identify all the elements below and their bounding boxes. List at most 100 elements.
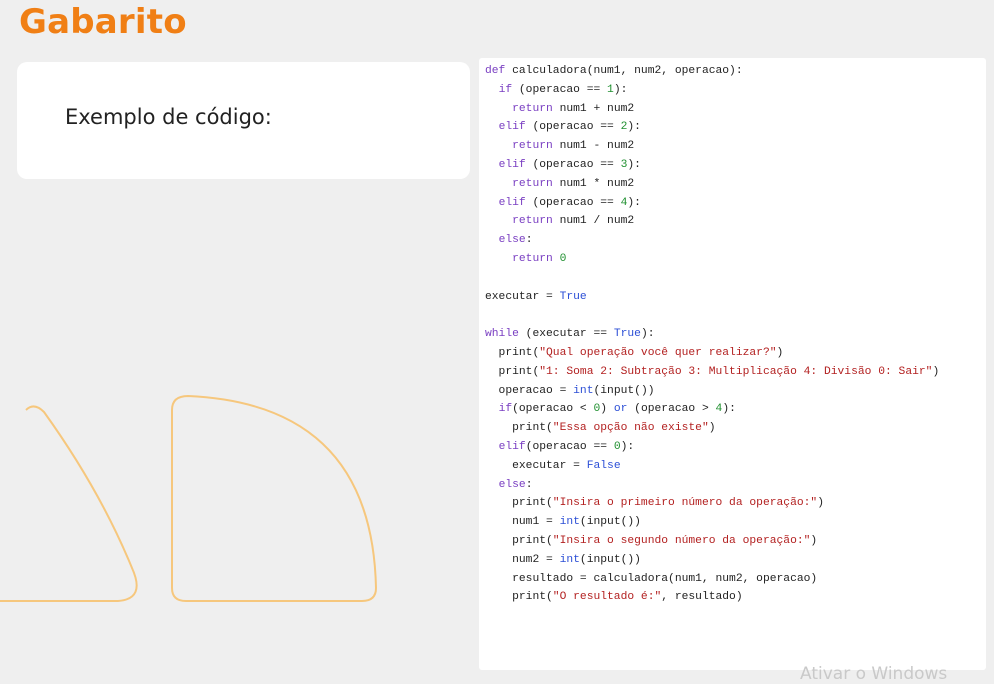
code-token: (input()) — [579, 553, 641, 566]
code-token: print( — [485, 497, 553, 510]
code-line: num1 = int(input()) — [485, 513, 939, 532]
code-token: calculadora(num1, num2, operacao): — [505, 65, 743, 77]
code-token: ): — [627, 158, 641, 171]
code-token: (operacao == — [512, 83, 608, 96]
code-token: num2 = — [485, 553, 560, 566]
code-token: ) — [708, 422, 716, 435]
code-token: resultado = calculadora(num1, num2, oper… — [485, 572, 818, 585]
quarter-circle-shape — [171, 395, 377, 602]
code-token: ) — [776, 346, 784, 359]
code-token: or — [613, 403, 628, 416]
code-token: ): — [613, 83, 628, 96]
code-token: print( — [485, 365, 540, 378]
code-token: return — [512, 177, 553, 190]
code-token: int — [559, 516, 580, 529]
code-line: elif (operacao == 3): — [485, 156, 939, 175]
code-token: ) — [810, 534, 818, 547]
code-line: resultado = calculadora(num1, num2, oper… — [485, 570, 939, 589]
code-token: return — [512, 140, 553, 153]
code-line: print("Insira o segundo número da operaç… — [485, 532, 939, 551]
code-token: operacao = — [485, 384, 574, 397]
code-token: elif — [498, 158, 526, 171]
windows-activation-watermark: Ativar o Windows — [800, 664, 948, 684]
code-token: (operacao == — [525, 121, 621, 134]
code-token: "1: Soma 2: Subtração 3: Multiplicação 4… — [539, 365, 933, 378]
code-token: ): — [627, 196, 641, 209]
example-card: Exemplo de código: — [17, 62, 470, 179]
code-line: return 0 — [485, 250, 939, 269]
code-token: (operacao < — [512, 403, 594, 416]
code-token: (operacao == — [525, 196, 621, 209]
code-block: def calculadora(num1, num2, operacao): i… — [485, 62, 939, 607]
rounded-triangle-shape — [0, 405, 138, 602]
code-token: executar = — [485, 290, 560, 303]
code-token: print( — [485, 422, 553, 435]
code-token: 1 — [607, 83, 614, 96]
code-token: int — [573, 384, 594, 397]
code-token: print( — [485, 534, 553, 547]
code-token: executar = — [485, 459, 587, 472]
code-line: num2 = int(input()) — [485, 551, 939, 570]
code-line: return num1 / num2 — [485, 212, 939, 231]
code-token: 0 — [613, 440, 621, 453]
code-token: ) — [817, 497, 824, 510]
code-line: while (executar == True): — [485, 325, 939, 344]
page-title: Gabarito — [19, 2, 187, 42]
code-token: True — [559, 290, 587, 303]
code-token: else — [498, 234, 526, 247]
code-token: (input()) — [593, 384, 655, 397]
code-line: print("1: Soma 2: Subtração 3: Multiplic… — [485, 363, 940, 382]
code-token: , resultado) — [661, 591, 743, 604]
code-token: while — [485, 328, 519, 341]
code-token: num1 + num2 — [552, 102, 635, 115]
code-token: "O resultado é:" — [552, 591, 662, 604]
code-token: num1 * num2 — [552, 177, 635, 190]
code-token: num1 - num2 — [552, 140, 635, 153]
code-token: ): — [627, 121, 641, 134]
code-token: (operacao == — [525, 440, 614, 453]
code-panel: def calculadora(num1, num2, operacao): i… — [479, 58, 986, 670]
code-line: def calculadora(num1, num2, operacao): — [485, 62, 939, 81]
code-line: if(operacao < 0) or (operacao > 4): — [485, 400, 939, 419]
code-line: return num1 - num2 — [485, 137, 939, 156]
code-token: ) — [600, 403, 614, 416]
code-token: else — [498, 478, 526, 491]
code-token: int — [559, 553, 580, 566]
code-token: print( — [485, 591, 553, 604]
code-token: False — [586, 459, 621, 472]
code-token: num1 / num2 — [552, 215, 635, 228]
code-token: elif — [498, 196, 526, 209]
code-line: elif(operacao == 0): — [485, 438, 939, 457]
code-token: "Essa opção não existe" — [552, 422, 709, 435]
code-line: elif (operacao == 4): — [485, 194, 939, 213]
code-line: executar = False — [485, 457, 939, 476]
code-token: ): — [640, 328, 655, 341]
code-line: return num1 * num2 — [485, 175, 939, 194]
code-token: ) — [932, 365, 940, 378]
code-line: print("Essa opção não existe") — [485, 419, 939, 438]
code-line: else: — [485, 231, 939, 250]
code-line: print("Insira o primeiro número da opera… — [485, 494, 939, 513]
code-token: 0 — [559, 252, 567, 265]
code-line: else: — [485, 476, 939, 495]
code-token: : — [525, 478, 533, 491]
code-token: "Qual operação você quer realizar?" — [539, 346, 777, 359]
code-token: return — [512, 215, 553, 228]
code-line: operacao = int(input()) — [485, 382, 939, 401]
code-token: if — [498, 403, 513, 416]
code-token: (operacao > — [627, 403, 716, 416]
